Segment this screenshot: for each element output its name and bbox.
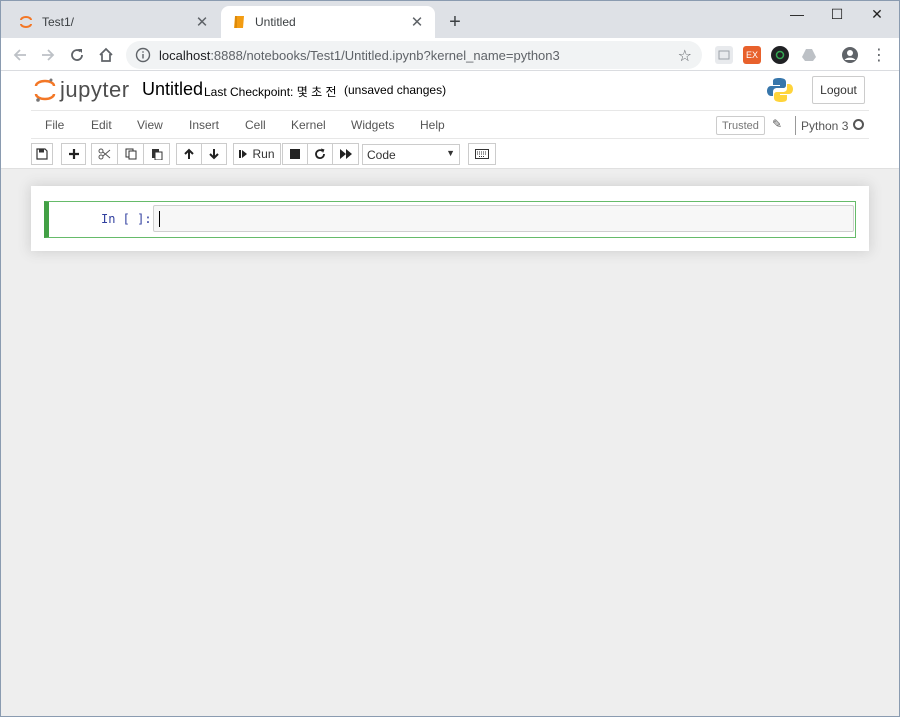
paste-button[interactable] [143, 143, 170, 165]
trusted-badge[interactable]: Trusted [716, 116, 765, 135]
maximize-button[interactable]: ☐ [817, 2, 857, 26]
jupyter-icon [18, 14, 34, 30]
fast-forward-icon [339, 149, 352, 159]
extension-dial-icon[interactable] [771, 46, 789, 64]
jupyter-wordmark: jupyter [60, 77, 130, 102]
restart-run-all-button[interactable] [332, 143, 359, 165]
new-tab-button[interactable]: + [443, 10, 467, 34]
copy-icon [125, 148, 136, 160]
arrow-up-icon [184, 148, 194, 159]
menu-view[interactable]: View [137, 118, 163, 132]
restart-kernel-button[interactable] [307, 143, 333, 165]
bookmark-star-icon[interactable]: ☆ [678, 46, 692, 66]
input-prompt: In [ ]: [101, 212, 152, 226]
home-icon[interactable] [93, 42, 119, 68]
chrome-menu-icon[interactable]: ⋮ [870, 46, 888, 64]
stop-icon [290, 149, 300, 159]
kernel-name: Python 3 [795, 116, 848, 135]
autosave-status: (unsaved changes) [344, 83, 447, 97]
notebook-menubar: File Edit View Insert Cell Kernel Widget… [31, 110, 869, 139]
chevron-down-icon: ▼ [446, 148, 455, 158]
save-icon [36, 148, 48, 160]
close-window-button[interactable]: ✕ [857, 2, 897, 26]
notebook-icon [231, 14, 247, 30]
menu-help[interactable]: Help [420, 118, 445, 132]
scissors-icon [98, 148, 111, 160]
edit-mode-pencil-icon: ✎ [772, 117, 783, 131]
menu-insert[interactable]: Insert [189, 118, 219, 132]
interrupt-kernel-button[interactable] [282, 143, 308, 165]
browser-tab-test1[interactable]: Test1/ ✕ [8, 6, 220, 38]
kernel-idle-indicator-icon [853, 119, 864, 130]
menu-file[interactable]: File [45, 118, 64, 132]
restart-icon [315, 148, 325, 160]
step-forward-icon [239, 150, 248, 158]
plus-icon [68, 149, 79, 159]
checkpoint-status: Last Checkpoint: 몇 초 전 [204, 85, 337, 99]
notebook-name[interactable]: Untitled [142, 79, 203, 100]
address-bar[interactable]: localhost:8888/notebooks/Test1/Untitled.… [126, 41, 702, 69]
cut-button[interactable] [91, 143, 118, 165]
python-logo-icon [767, 78, 793, 102]
drive-icon[interactable] [800, 46, 818, 64]
browser-tab-untitled[interactable]: Untitled ✕ [221, 6, 435, 38]
menu-widgets[interactable]: Widgets [351, 118, 394, 132]
move-down-button[interactable] [201, 143, 227, 165]
notebook-area: In [ ]: [0, 170, 900, 717]
arrow-down-icon [209, 149, 219, 160]
tab-title: Test1/ [42, 15, 75, 29]
code-cell[interactable]: In [ ]: [44, 201, 856, 238]
jupyter-logo[interactable]: jupyter [34, 77, 130, 103]
menu-kernel[interactable]: Kernel [291, 118, 326, 132]
forward-icon[interactable] [35, 42, 61, 68]
copy-button[interactable] [117, 143, 144, 165]
url-host: localhost [159, 47, 211, 63]
cell-type-value: Code [367, 147, 396, 162]
paste-icon [151, 149, 162, 160]
keyboard-icon [475, 149, 489, 159]
tab-strip: Test1/ ✕ Untitled ✕ + — ☐ ✕ [0, 0, 900, 38]
run-button-label: Run [252, 147, 275, 161]
reload-icon[interactable] [64, 42, 90, 68]
save-button[interactable] [31, 143, 53, 165]
logout-button[interactable]: Logout [812, 76, 865, 104]
run-button[interactable]: Run [233, 143, 281, 165]
code-input[interactable] [153, 205, 854, 232]
menu-cell[interactable]: Cell [245, 118, 266, 132]
profile-icon[interactable] [841, 46, 859, 64]
text-cursor [159, 211, 160, 227]
minimize-button[interactable]: — [777, 2, 817, 26]
close-tab-icon[interactable]: ✕ [192, 12, 212, 32]
notebook-container: In [ ]: [31, 186, 869, 251]
info-icon[interactable] [135, 47, 151, 63]
cell-type-select[interactable]: Code ▼ [362, 144, 460, 165]
jupyter-logo-icon [34, 78, 56, 102]
tab-title: Untitled [255, 15, 296, 29]
insert-cell-button[interactable] [61, 143, 86, 165]
browser-toolbar: localhost:8888/notebooks/Test1/Untitled.… [0, 38, 900, 71]
extension-ex-icon[interactable]: EX [743, 46, 761, 64]
close-tab-icon[interactable]: ✕ [407, 12, 427, 32]
url-path: :8888/notebooks/Test1/Untitled.ipynb?ker… [210, 47, 560, 63]
menu-edit[interactable]: Edit [91, 118, 112, 132]
jupyter-header: jupyter Untitled Last Checkpoint: 몇 초 전 … [0, 71, 900, 169]
command-palette-button[interactable] [468, 143, 496, 165]
move-up-button[interactable] [176, 143, 202, 165]
cast-icon[interactable] [715, 46, 733, 64]
back-icon[interactable] [7, 42, 33, 68]
url-text: localhost:8888/notebooks/Test1/Untitled.… [159, 48, 560, 63]
